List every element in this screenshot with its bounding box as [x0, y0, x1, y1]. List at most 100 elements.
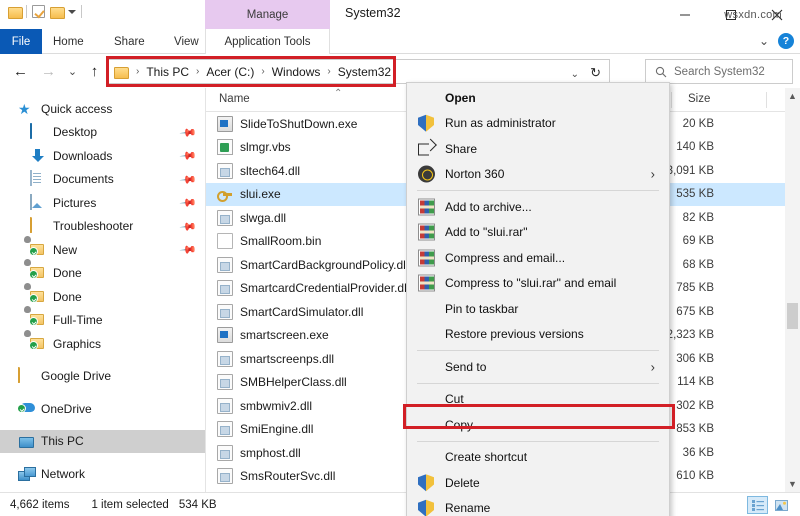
menu-item-compress-to-slui-rar-and-email[interactable]: Compress to "slui.rar" and email: [407, 271, 669, 297]
contextual-tab-group-manage: Manage: [205, 0, 330, 29]
pin-icon[interactable]: 📌: [179, 219, 194, 234]
sidebar-item-desktop[interactable]: Desktop 📌: [0, 121, 205, 145]
menu-item-create-shortcut[interactable]: Create shortcut: [407, 445, 669, 471]
dll-icon: [217, 468, 233, 484]
address-bar[interactable]: › This PC › Acer (C:) › Windows › System…: [107, 59, 610, 84]
dll-icon: [217, 398, 233, 414]
vertical-scrollbar[interactable]: ▲ ▼: [785, 88, 800, 492]
title-bar: Manage System32: [0, 0, 800, 29]
scroll-up-icon[interactable]: ▲: [785, 88, 800, 104]
scrollbar-thumb[interactable]: [787, 303, 798, 329]
breadcrumb-windows[interactable]: Windows: [270, 65, 323, 79]
file-explorer-window: Manage System32 File Home Share View App…: [0, 0, 800, 516]
menu-item-add-to-archive[interactable]: Add to archive...: [407, 194, 669, 220]
breadcrumb: › This PC › Acer (C:) › Windows › System…: [131, 65, 393, 79]
menu-item-copy[interactable]: Copy: [407, 412, 669, 438]
large-icons-view-icon[interactable]: [771, 496, 792, 514]
shared-folder-icon: [30, 336, 46, 352]
sidebar-item-graphics[interactable]: Graphics: [0, 332, 205, 356]
sidebar-item-this-pc[interactable]: This PC: [0, 430, 205, 454]
breadcrumb-acer-c[interactable]: Acer (C:): [204, 65, 256, 79]
new-folder-icon[interactable]: [50, 6, 63, 17]
file-name: smartscreenps.dll: [240, 352, 334, 366]
dll-icon: [217, 374, 233, 390]
menu-item-pin-to-taskbar[interactable]: Pin to taskbar: [407, 296, 669, 322]
column-divider[interactable]: [671, 92, 672, 108]
search-input[interactable]: Search System32: [645, 59, 793, 84]
sidebar-item-done-2[interactable]: Done: [0, 285, 205, 309]
tab-file[interactable]: File: [0, 29, 42, 54]
menu-item-label: Run as administrator: [445, 116, 556, 130]
properties-icon[interactable]: [32, 5, 45, 18]
breadcrumb-system32[interactable]: System32: [336, 65, 393, 79]
tab-home[interactable]: Home: [42, 29, 95, 54]
tab-application-tools[interactable]: Application Tools: [205, 29, 330, 54]
folder-icon: [30, 218, 46, 234]
sidebar-item-new[interactable]: New 📌: [0, 238, 205, 262]
dll-icon: [217, 445, 233, 461]
crumb-sep-0: ›: [131, 66, 144, 77]
dll-icon: [217, 304, 233, 320]
chevron-down-icon[interactable]: ⌄: [759, 35, 769, 47]
address-dropdown-icon[interactable]: ⌄: [571, 69, 579, 80]
shared-folder-icon: [30, 265, 46, 281]
menu-item-norton-360[interactable]: Norton 360 ›: [407, 162, 669, 188]
sidebar-item-full-time[interactable]: Full-Time: [0, 309, 205, 333]
menu-item-rename[interactable]: Rename: [407, 496, 669, 516]
sidebar-item-documents[interactable]: Documents 📌: [0, 168, 205, 192]
sidebar-item-downloads[interactable]: Downloads 📌: [0, 144, 205, 168]
manage-label: Manage: [247, 9, 289, 21]
menu-item-label: Compress to "slui.rar" and email: [445, 276, 616, 290]
tab-view[interactable]: View: [163, 29, 210, 54]
refresh-icon[interactable]: ↻: [590, 65, 601, 81]
menu-item-add-to-slui-rar[interactable]: Add to "slui.rar": [407, 220, 669, 246]
sidebar-item-onedrive[interactable]: OneDrive: [0, 397, 205, 421]
sidebar-item-label: This PC: [41, 434, 84, 448]
column-header-name[interactable]: Name: [219, 93, 250, 105]
pin-icon[interactable]: 📌: [179, 172, 194, 187]
menu-item-restore-previous-versions[interactable]: Restore previous versions: [407, 322, 669, 348]
menu-item-open[interactable]: Open: [407, 85, 669, 111]
crumb-sep-2: ›: [256, 66, 269, 77]
scroll-down-icon[interactable]: ▼: [785, 476, 800, 492]
sidebar-item-quick-access[interactable]: ★ Quick access: [0, 97, 205, 121]
up-button[interactable]: ↑: [84, 61, 105, 82]
shared-folder-icon: [30, 242, 46, 258]
column-divider-2[interactable]: [766, 92, 767, 108]
sidebar-item-label: Network: [41, 467, 85, 481]
file-name: SmartCardSimulator.dll: [240, 305, 363, 319]
this-pc-icon: [18, 436, 34, 449]
tab-share[interactable]: Share: [103, 29, 156, 54]
customize-qat-caret-icon[interactable]: [68, 10, 76, 14]
file-name: SMBHelperClass.dll: [240, 375, 347, 389]
status-bar: 4,662 items 1 item selected 534 KB: [0, 492, 800, 516]
pin-icon[interactable]: 📌: [179, 195, 194, 210]
menu-item-cut[interactable]: Cut: [407, 387, 669, 413]
menu-item-compress-and-email[interactable]: Compress and email...: [407, 245, 669, 271]
column-header-size[interactable]: Size: [688, 93, 710, 105]
forward-button[interactable]: →: [38, 61, 59, 82]
sidebar-item-troubleshooter[interactable]: Troubleshooter 📌: [0, 215, 205, 239]
menu-item-share[interactable]: Share: [407, 136, 669, 162]
breadcrumb-this-pc[interactable]: This PC: [144, 65, 191, 79]
details-view-icon[interactable]: [747, 496, 768, 514]
help-icon[interactable]: ?: [778, 33, 794, 49]
status-selection-size: 534 KB: [179, 499, 217, 511]
recent-locations-button[interactable]: ⌄: [62, 61, 83, 82]
sidebar-item-done-1[interactable]: Done: [0, 262, 205, 286]
pin-icon[interactable]: 📌: [179, 148, 194, 163]
sidebar-item-network[interactable]: Network: [0, 462, 205, 486]
sidebar-item-google-drive[interactable]: Google Drive: [0, 365, 205, 389]
menu-item-run-as-administrator[interactable]: Run as administrator: [407, 111, 669, 137]
menu-item-delete[interactable]: Delete: [407, 470, 669, 496]
pin-icon[interactable]: 📌: [179, 125, 194, 140]
sidebar-item-pictures[interactable]: Pictures 📌: [0, 191, 205, 215]
back-button[interactable]: ←: [10, 61, 31, 82]
shield-icon: [418, 500, 435, 516]
menu-item-label: Share: [445, 142, 477, 156]
menu-item-send-to[interactable]: Send to ›: [407, 354, 669, 380]
explorer-folder-icon: [8, 6, 21, 17]
pin-icon[interactable]: 📌: [179, 242, 194, 257]
minimize-button[interactable]: [662, 0, 708, 29]
sidebar-item-label: Pictures: [53, 196, 96, 210]
